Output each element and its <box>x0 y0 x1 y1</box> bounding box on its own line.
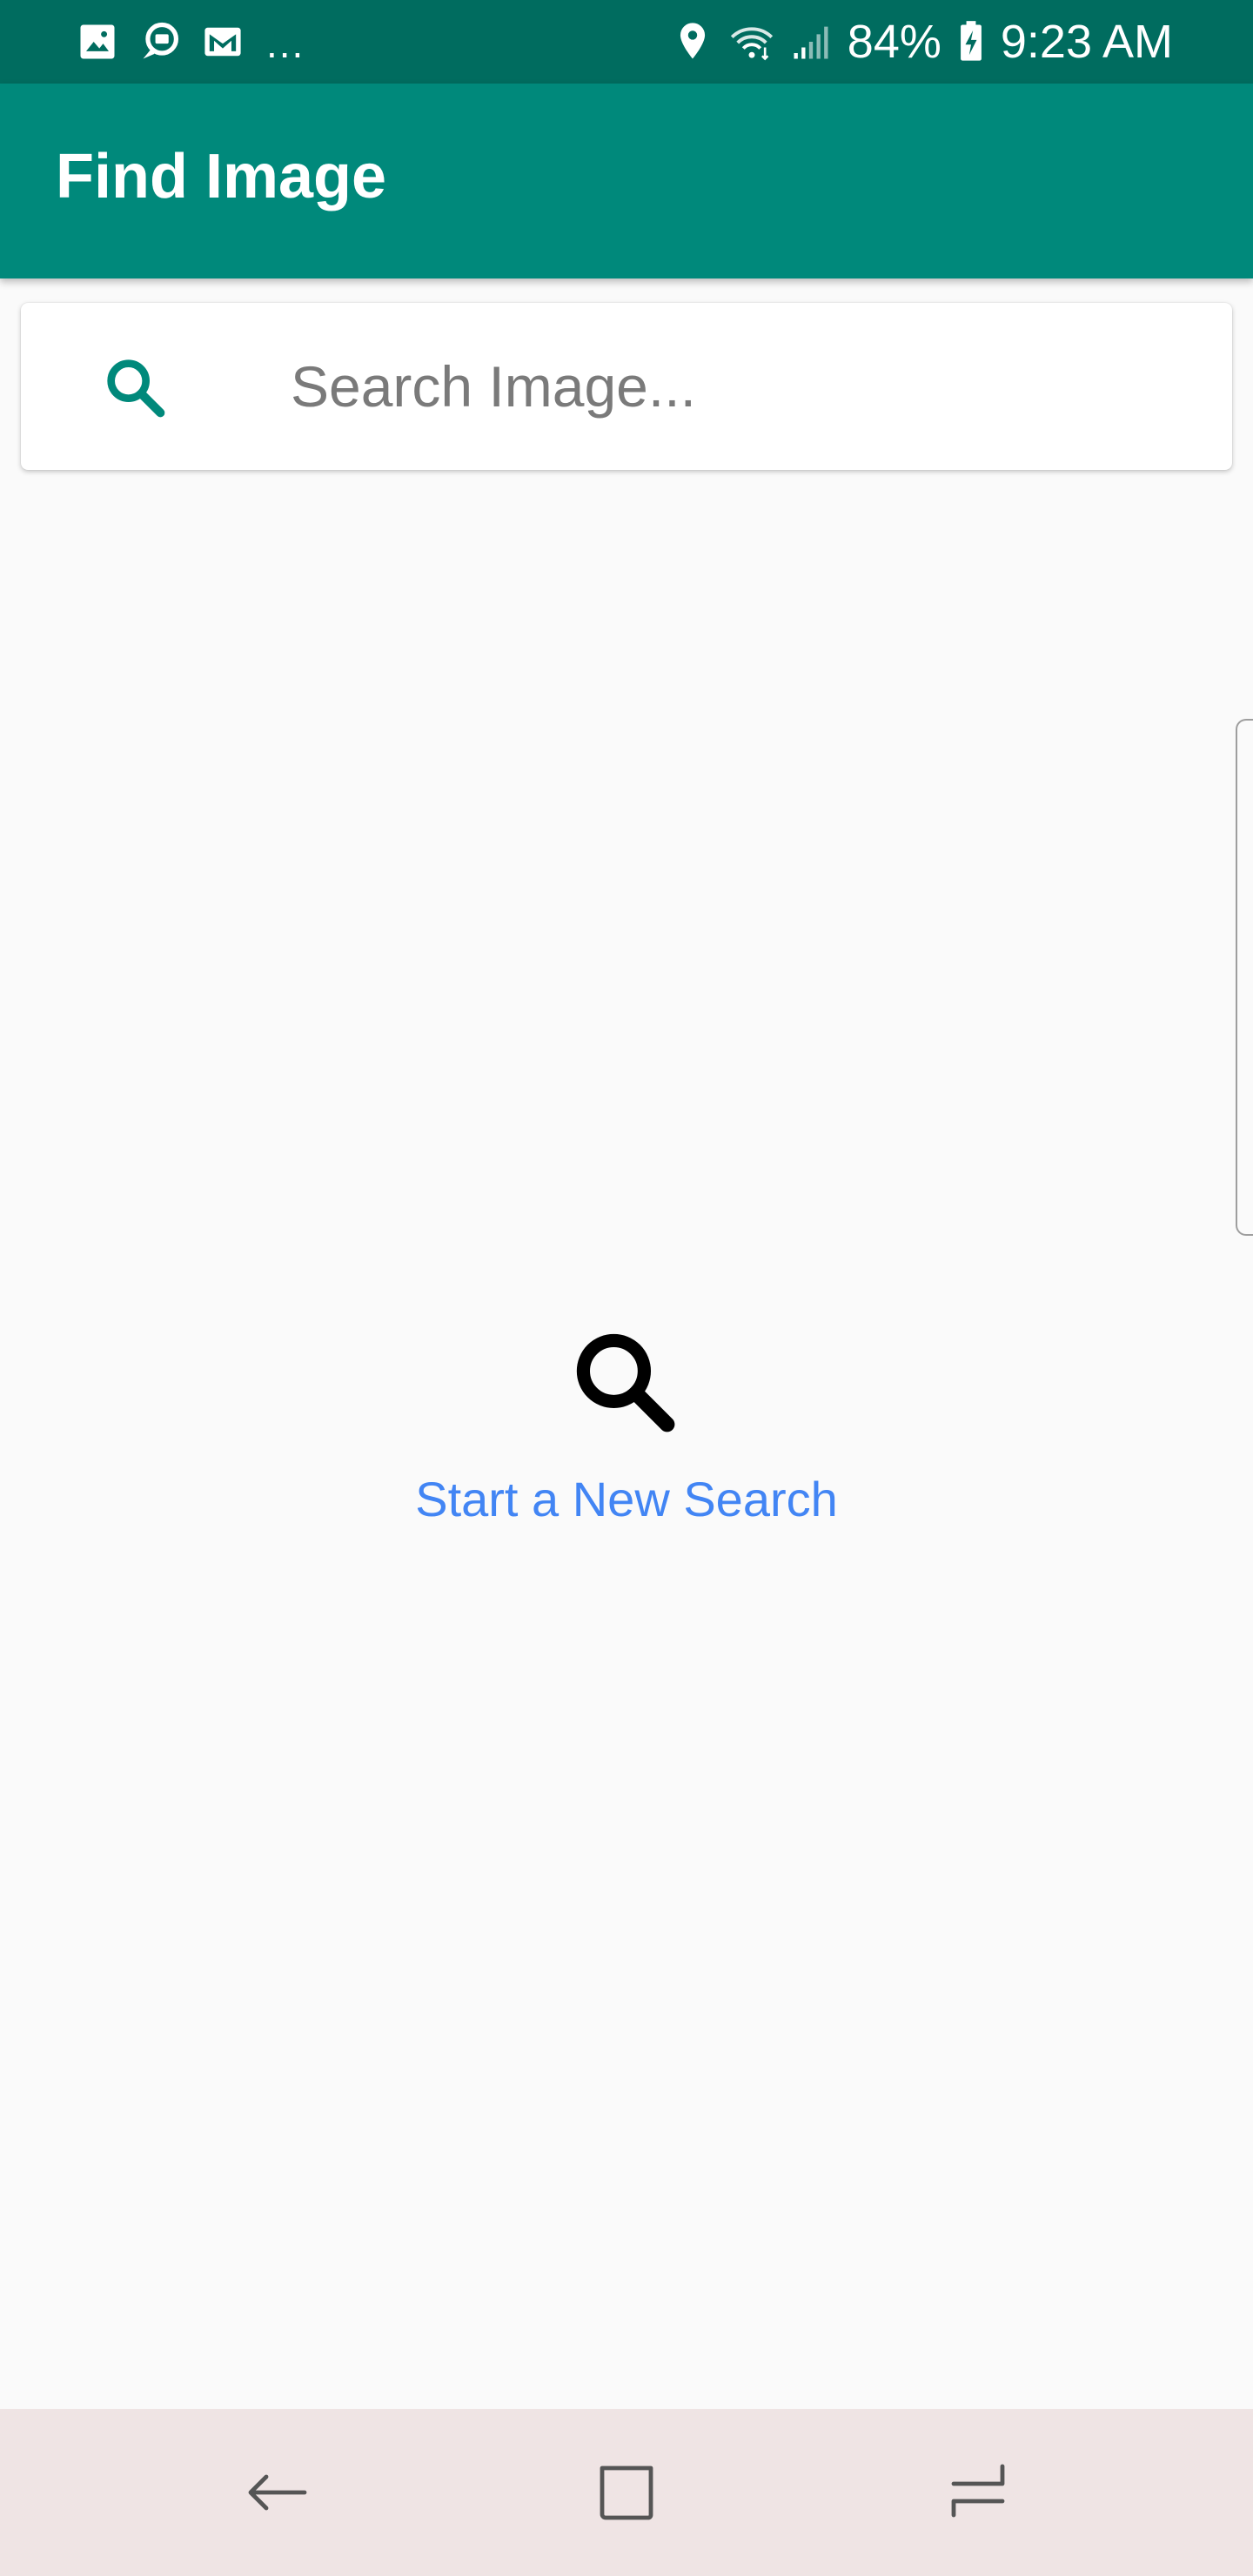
empty-state: Start a New Search <box>0 1323 1253 1534</box>
recent-apps-icon[interactable] <box>943 2458 1013 2527</box>
app-bar: Find Image <box>0 84 1253 278</box>
status-bar: ... 84% 9:23 AM <box>0 0 1253 84</box>
chat-bubble-icon <box>137 19 183 64</box>
status-system: 84% 9:23 AM <box>670 14 1173 70</box>
search-bar[interactable] <box>21 303 1232 470</box>
wifi-icon <box>729 19 774 64</box>
start-new-search-message: Start a New Search <box>415 1472 838 1526</box>
home-icon[interactable] <box>592 2458 661 2527</box>
search-input[interactable] <box>291 338 1196 435</box>
status-notifications: ... <box>75 17 305 66</box>
navigation-bar <box>0 2409 1253 2576</box>
edge-panel-handle[interactable] <box>1236 719 1253 1236</box>
search-icon[interactable] <box>101 353 171 423</box>
gallery-icon <box>75 19 120 64</box>
clock: 9:23 AM <box>1000 16 1173 68</box>
battery-percentage: 84% <box>847 16 941 68</box>
gmail-icon <box>200 19 245 64</box>
location-pin-icon <box>670 19 715 64</box>
back-icon[interactable] <box>242 2458 312 2527</box>
battery-charging-icon <box>955 19 987 64</box>
screen: ... 84% 9:23 AM Find Image Search Image.… <box>0 0 1253 2576</box>
search-icon <box>566 1323 687 1445</box>
more-notifications-indicator: ... <box>266 21 305 66</box>
page-title: Find Image <box>56 142 387 211</box>
cell-signal-icon <box>788 19 834 64</box>
